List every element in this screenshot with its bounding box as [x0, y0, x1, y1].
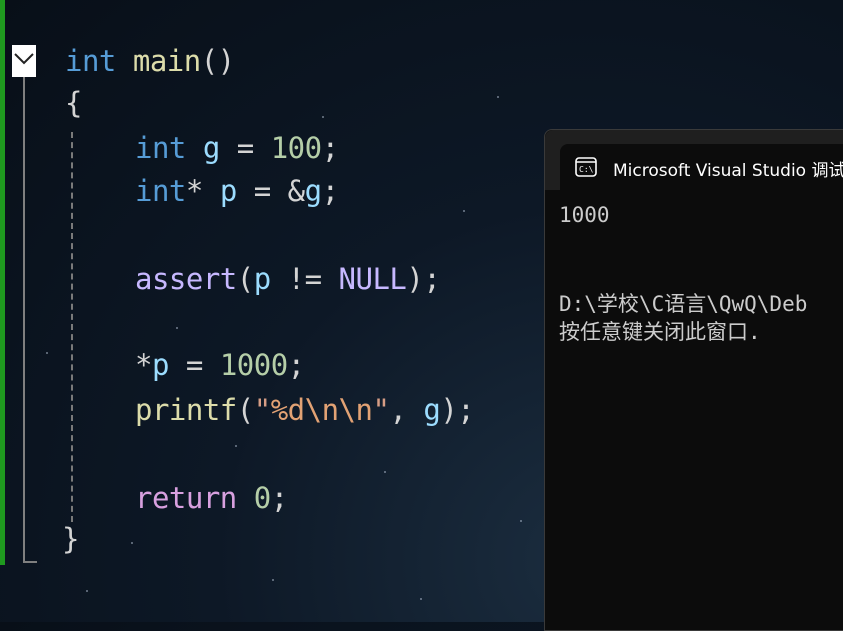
- code-token: ;: [270, 481, 288, 515]
- code-token: ": [253, 393, 271, 427]
- code-line[interactable]: int g = 100;: [135, 131, 339, 165]
- code-line[interactable]: int main(): [65, 44, 235, 78]
- code-line[interactable]: assert(p != NULL);: [135, 262, 441, 296]
- code-token: main: [132, 44, 201, 78]
- code-token: );: [440, 393, 475, 427]
- code-token: NULL: [338, 262, 407, 296]
- code-line[interactable]: int* p = &g;: [135, 174, 339, 208]
- code-line[interactable]: return 0;: [135, 481, 288, 515]
- code-token: ;: [321, 131, 339, 165]
- code-token: !=: [270, 262, 339, 296]
- code-token: p: [219, 174, 237, 208]
- code-line[interactable]: printf("%d\n\n", g);: [135, 393, 475, 427]
- code-token: (): [200, 44, 235, 78]
- console-tab[interactable]: C:\ Microsoft Visual Studio 调试: [560, 144, 843, 190]
- code-token: assert: [135, 262, 237, 296]
- fold-outline-line: [23, 77, 25, 563]
- debug-console-window[interactable]: C:\ Microsoft Visual Studio 调试 1000 D:\学…: [544, 129, 843, 631]
- code-token: );: [406, 262, 441, 296]
- code-token: p: [151, 348, 169, 382]
- code-token: g: [304, 174, 322, 208]
- code-token: return: [135, 481, 237, 515]
- code-token: *: [135, 348, 152, 382]
- code-token: = &: [236, 174, 305, 208]
- code-token: g: [185, 131, 220, 165]
- terminal-icon: C:\: [575, 157, 597, 177]
- code-token: ;: [321, 174, 339, 208]
- code-line[interactable]: *p = 1000;: [135, 348, 305, 382]
- console-output-path: D:\学校\C语言\QwQ\Deb: [559, 292, 808, 316]
- code-token: int: [135, 131, 186, 165]
- code-token: }: [62, 522, 79, 556]
- code-token: =: [219, 131, 271, 165]
- collapse-toggle[interactable]: [12, 45, 36, 77]
- code-token: int: [65, 44, 116, 78]
- code-token: 1000: [219, 348, 288, 382]
- console-titlebar: C:\ Microsoft Visual Studio 调试: [545, 130, 843, 190]
- code-token: ": [372, 393, 390, 427]
- code-token: *: [185, 174, 220, 208]
- code-token: (: [236, 262, 254, 296]
- code-token: int: [135, 174, 186, 208]
- code-token: ,: [389, 393, 424, 427]
- code-token: p: [253, 262, 271, 296]
- svg-text:C:\: C:\: [579, 165, 594, 174]
- code-token: printf: [135, 393, 237, 427]
- code-token: 100: [270, 131, 322, 165]
- code-token: ;: [287, 348, 305, 382]
- change-tracking-bar: [0, 0, 5, 565]
- console-output-value: 1000: [559, 203, 610, 227]
- code-token: 0: [253, 481, 271, 515]
- code-token: %d: [270, 393, 305, 427]
- indent-guide: [71, 132, 73, 522]
- code-token: \n\n: [304, 393, 373, 427]
- code-line[interactable]: {: [65, 86, 82, 120]
- code-token: (: [236, 393, 254, 427]
- code-token: =: [168, 348, 220, 382]
- fold-outline-end: [23, 561, 37, 563]
- console-output-prompt: 按任意键关闭此窗口.: [559, 320, 774, 344]
- chevron-down-icon: [14, 53, 34, 65]
- code-line[interactable]: }: [62, 522, 79, 556]
- code-token: {: [65, 86, 82, 120]
- code-token: g: [423, 393, 441, 427]
- console-title: Microsoft Visual Studio 调试: [613, 161, 843, 181]
